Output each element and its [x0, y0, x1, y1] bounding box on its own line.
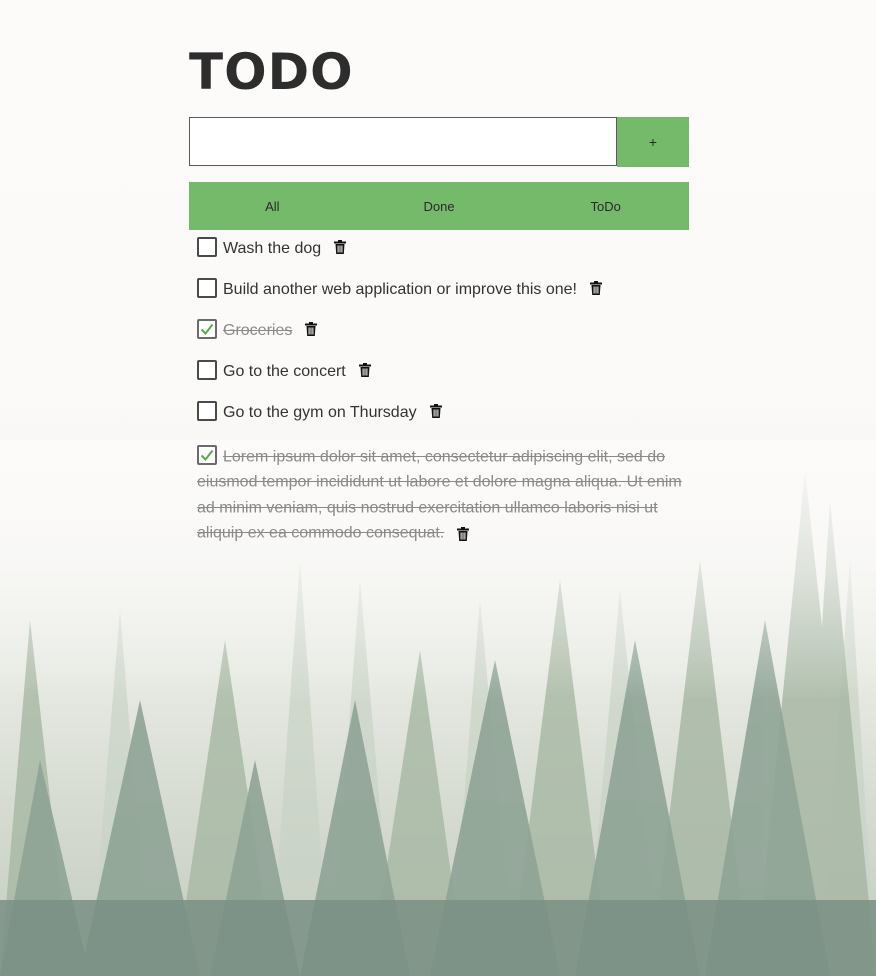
add-todo-button[interactable]: + — [617, 117, 689, 167]
todo-text: Go to the concert — [223, 363, 346, 380]
todo-app: TODO + All Done ToDo Wash the dog Build … — [189, 40, 689, 541]
todo-text: Groceries — [223, 322, 293, 339]
trash-icon[interactable] — [334, 240, 347, 254]
todo-text: Lorem ipsum dolor sit amet, consectetur … — [197, 448, 682, 542]
todo-list: Wash the dog Build another web applicati… — [197, 237, 689, 545]
todo-checkbox[interactable] — [197, 401, 217, 421]
page-title: TODO — [189, 43, 354, 101]
todo-item: Groceries — [197, 319, 689, 362]
tab-todo[interactable]: ToDo — [522, 182, 689, 230]
add-todo-form: + — [189, 117, 689, 167]
todo-text: Wash the dog — [223, 240, 322, 257]
trash-icon[interactable] — [457, 524, 470, 541]
todo-checkbox-checked[interactable] — [197, 444, 217, 465]
todo-checkbox-checked[interactable] — [197, 319, 217, 339]
todo-text: Build another web application or improve… — [223, 281, 577, 298]
todo-checkbox[interactable] — [197, 360, 217, 380]
checkmark-icon — [200, 449, 214, 461]
new-todo-input[interactable] — [189, 117, 617, 166]
todo-item: Lorem ipsum dolor sit amet, consectetur … — [197, 444, 689, 545]
todo-item: Build another web application or improve… — [197, 278, 689, 321]
todo-item: Wash the dog — [197, 237, 689, 280]
trash-icon[interactable] — [305, 322, 318, 336]
trash-icon[interactable] — [589, 281, 602, 295]
checkmark-icon — [200, 323, 214, 336]
todo-item: Go to the gym on Thursday — [197, 401, 689, 444]
todo-text: Go to the gym on Thursday — [223, 404, 417, 421]
filter-tabs: All Done ToDo — [189, 182, 689, 230]
tab-done[interactable]: Done — [356, 182, 523, 230]
todo-checkbox[interactable] — [197, 237, 217, 257]
tab-all[interactable]: All — [189, 182, 356, 230]
trash-icon[interactable] — [358, 363, 371, 377]
todo-item: Go to the concert — [197, 360, 689, 403]
todo-checkbox[interactable] — [197, 278, 217, 298]
trash-icon[interactable] — [429, 404, 442, 418]
